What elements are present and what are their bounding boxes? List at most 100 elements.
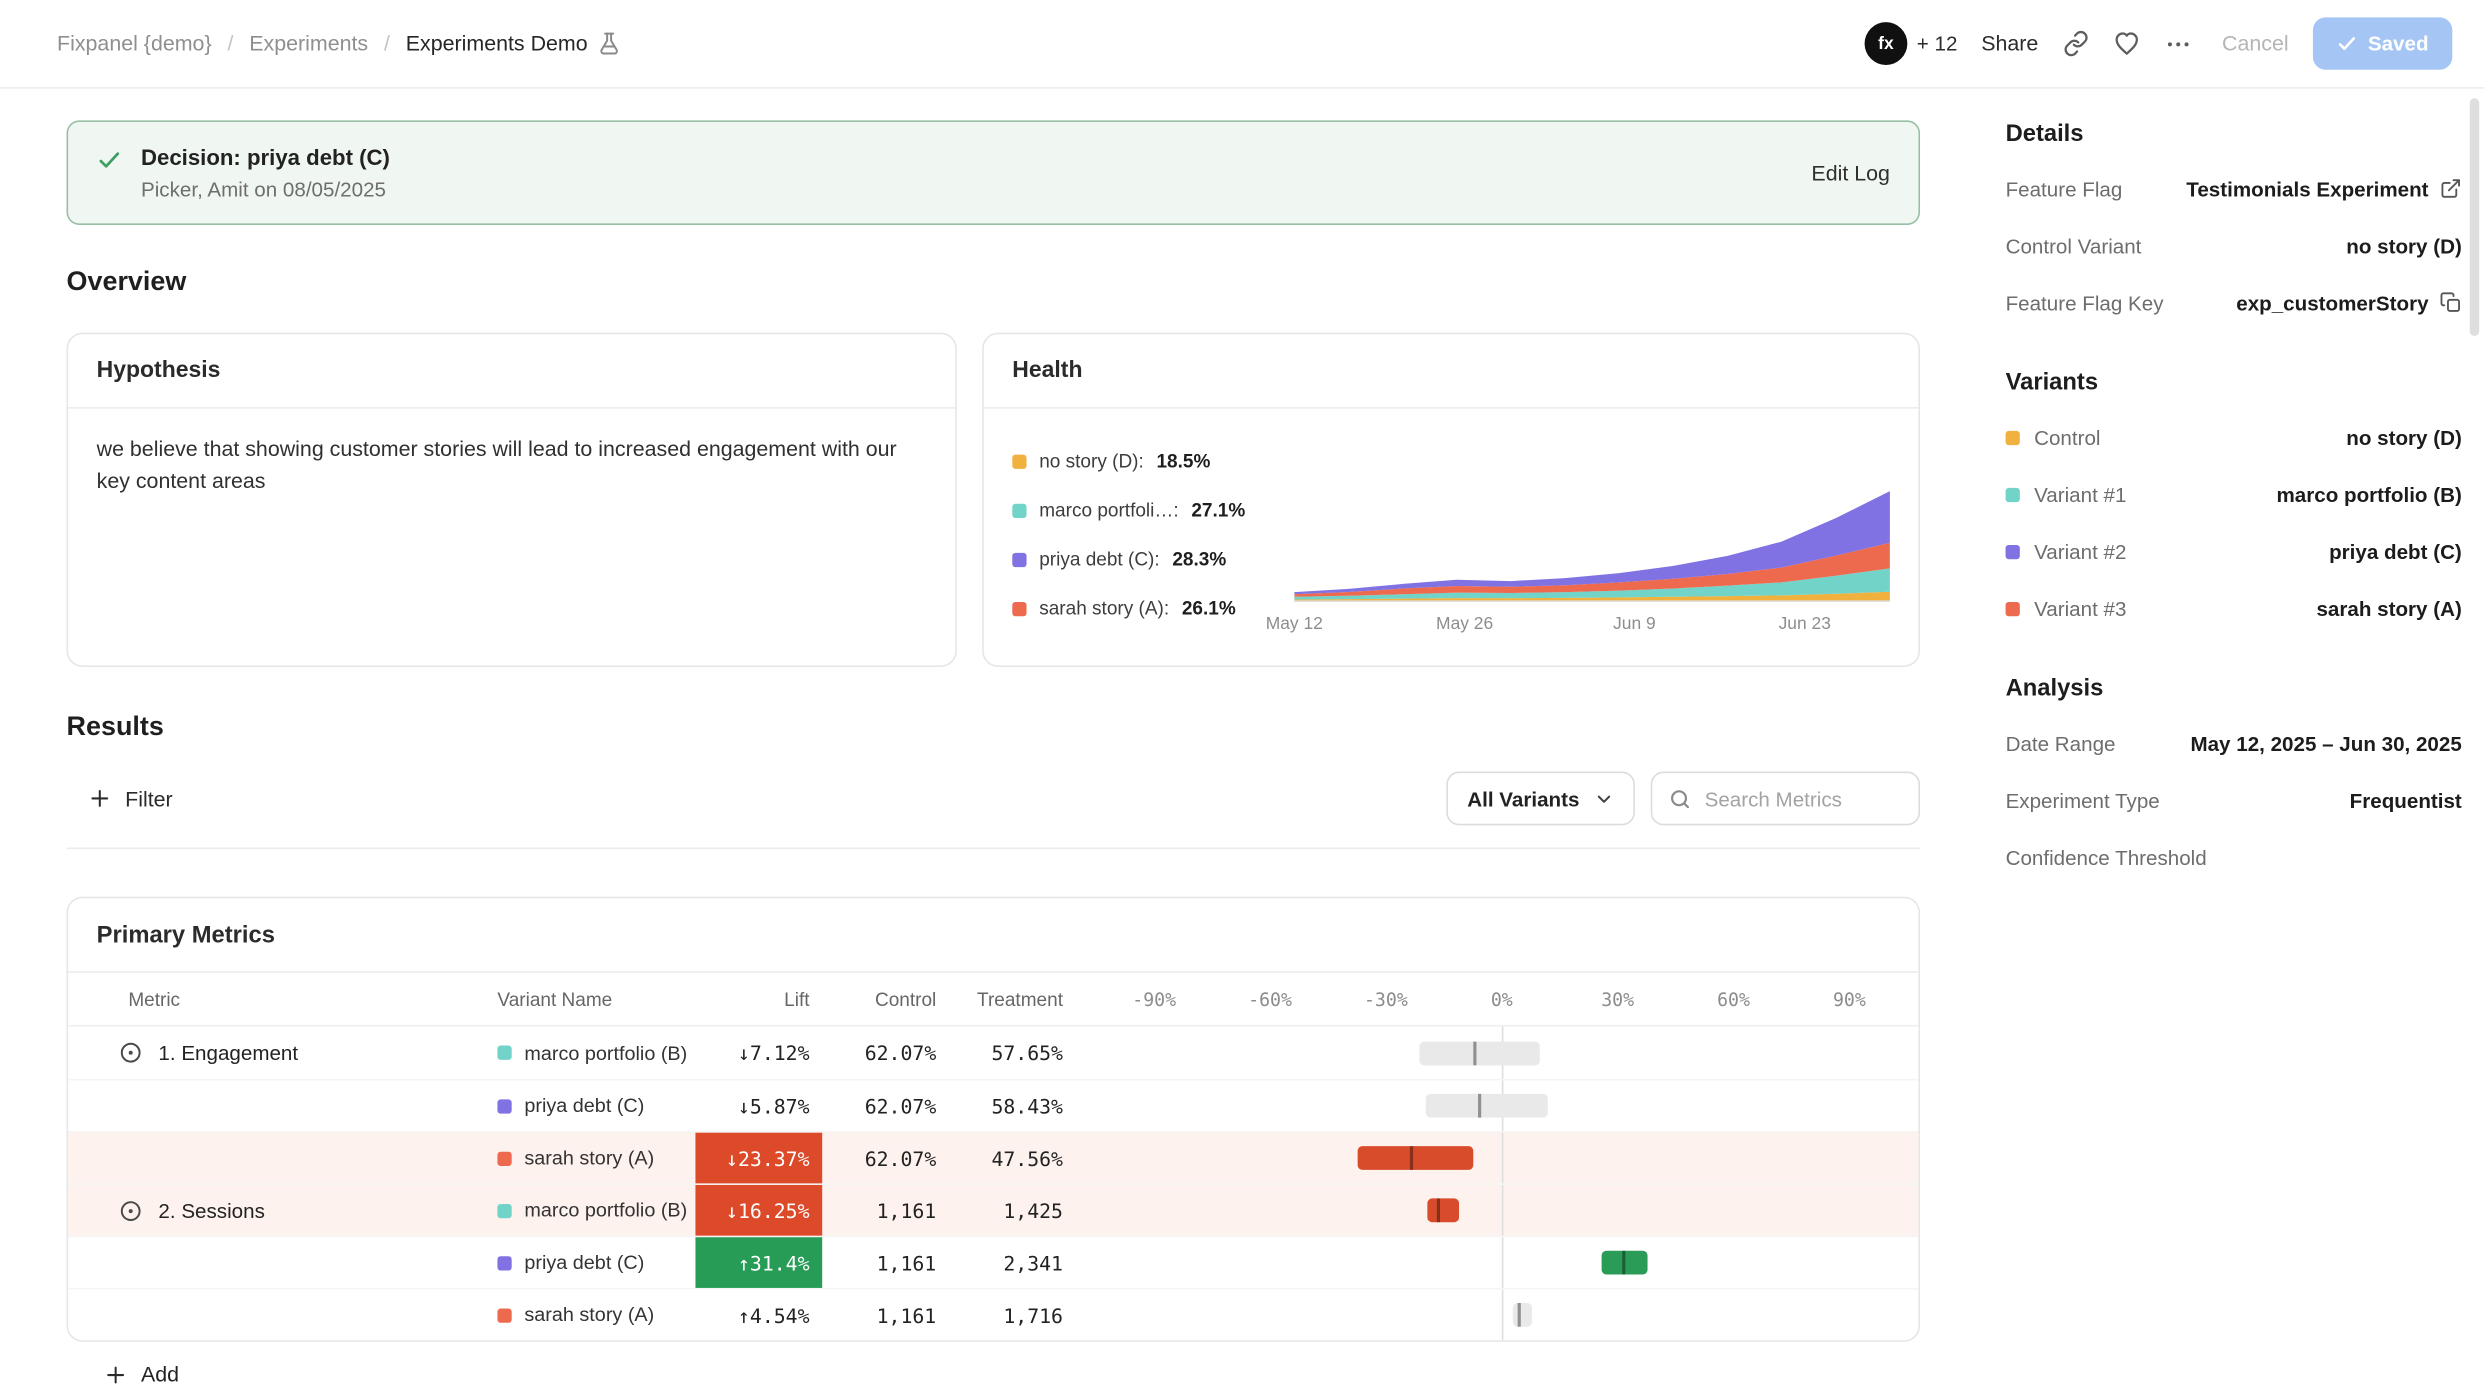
clipboard-copy-icon[interactable] — [2440, 291, 2462, 313]
table-body: 1. Engagementmarco portfolio (B)↓7.12%62… — [68, 1027, 1918, 1341]
axis-tick-label: -60% — [1248, 988, 1292, 1010]
col-treatment: Treatment — [949, 988, 1076, 1010]
variants-dropdown-value: All Variants — [1467, 787, 1579, 811]
scrollbar[interactable] — [2470, 98, 2480, 336]
variant-label-text: Variant #2 — [2034, 539, 2126, 563]
saved-button[interactable]: Saved — [2312, 17, 2452, 69]
variant-label: Variant #3 — [2006, 596, 2127, 620]
variant-label: Variant #2 — [2006, 539, 2127, 563]
metric-cell: 2. Sessions — [93, 1185, 497, 1236]
collaborator-count[interactable]: + 12 — [1917, 32, 1958, 56]
external-link-icon[interactable] — [2440, 177, 2462, 199]
metric-name: 1. Engagement — [158, 1041, 298, 1065]
axis-tick-label: 90% — [1833, 988, 1866, 1010]
health-legend-item: sarah story (A):26.1% — [1012, 597, 1294, 619]
breadcrumb-current[interactable]: Experiments Demo — [406, 32, 621, 56]
table-row[interactable]: sarah story (A)↑4.54%1,1611,716 — [68, 1288, 1918, 1340]
metrics-search[interactable] — [1651, 771, 1920, 825]
feature-flag-key-row: Feature Flag Key exp_customerStory — [2006, 274, 2462, 331]
confidence-interval-cell — [1096, 1133, 1907, 1184]
legend-swatch-icon — [1012, 552, 1026, 566]
lift-value: ↓23.37% — [695, 1133, 822, 1184]
confidence-interval-cell — [1096, 1290, 1907, 1341]
breadcrumb-experiments[interactable]: Experiments — [249, 32, 368, 56]
table-row[interactable]: priya debt (C)↓5.87%62.07%58.43% — [68, 1079, 1918, 1131]
plus-icon — [105, 1363, 127, 1385]
variant-cell: sarah story (A) — [497, 1290, 695, 1341]
share-button[interactable]: Share — [1981, 32, 2038, 56]
zero-line — [1502, 1133, 1504, 1184]
edit-log-button[interactable]: Edit Log — [1811, 161, 1889, 185]
feature-flag-row: Feature Flag Testimonials Experiment — [2006, 160, 2462, 217]
metric-cell — [93, 1290, 497, 1341]
avatar[interactable]: fx — [1865, 22, 1908, 65]
variant-value: priya debt (C) — [2329, 539, 2462, 563]
control-value: 62.07% — [822, 1080, 949, 1131]
lift-value: ↑31.4% — [695, 1237, 822, 1288]
legend-label: marco portfoli…: — [1039, 499, 1178, 521]
variant-name: sarah story (A) — [524, 1304, 654, 1326]
feature-flag-name: Testimonials Experiment — [2186, 177, 2428, 201]
table-row[interactable]: priya debt (C)↑31.4%1,1612,341 — [68, 1236, 1918, 1288]
control-variant-value: no story (D) — [2346, 234, 2462, 258]
variant-swatch-icon — [2006, 544, 2020, 558]
legend-value: 18.5% — [1156, 450, 1210, 472]
col-variant-name: Variant Name — [497, 988, 695, 1010]
analysis-row: Confidence Threshold — [2006, 829, 2462, 886]
table-row[interactable]: 1. Engagementmarco portfolio (B)↓7.12%62… — [68, 1027, 1918, 1079]
confidence-interval-cell — [1096, 1237, 1907, 1288]
add-metric-button[interactable]: Add — [105, 1362, 180, 1386]
favorite-heart-icon[interactable] — [2113, 30, 2140, 57]
feature-flag-value[interactable]: Testimonials Experiment — [2186, 177, 2462, 201]
variant-name: priya debt (C) — [524, 1252, 644, 1274]
metric-name: 2. Sessions — [158, 1198, 264, 1222]
table-row[interactable]: 2. Sessionsmarco portfolio (B)↓16.25%1,1… — [68, 1183, 1918, 1235]
table-header-row: Metric Variant Name Lift Control Treatme… — [68, 973, 1918, 1027]
legend-swatch-icon — [1012, 503, 1026, 517]
treatment-value: 1,716 — [949, 1290, 1076, 1341]
control-value: 62.07% — [822, 1133, 949, 1184]
more-options-icon[interactable] — [2163, 29, 2192, 58]
stacked-area-chart — [1294, 478, 1890, 602]
variants-section: Variants Controlno story (D)Variant #1ma… — [2006, 369, 2462, 637]
breadcrumb: Fixpanel {demo} / Experiments / Experime… — [57, 32, 621, 56]
control-value: 1,161 — [822, 1185, 949, 1236]
control-value: 62.07% — [822, 1027, 949, 1079]
check-icon — [97, 147, 122, 172]
col-metric: Metric — [93, 988, 497, 1010]
breadcrumb-project[interactable]: Fixpanel {demo} — [57, 32, 212, 56]
confidence-tick — [1473, 1041, 1476, 1065]
link-icon[interactable] — [2062, 30, 2089, 57]
variant-name: marco portfolio (B) — [524, 1042, 687, 1064]
table-row[interactable]: sarah story (A)↓23.37%62.07%47.56% — [68, 1131, 1918, 1183]
analysis-label: Date Range — [2006, 731, 2116, 755]
feature-flag-key-value: exp_customerStory — [2236, 291, 2462, 315]
control-variant-label: Control Variant — [2006, 234, 2142, 258]
health-legend: no story (D):18.5%marco portfoli…:27.1%p… — [1012, 434, 1294, 646]
details-sidebar: Details Feature Flag Testimonials Experi… — [1964, 89, 2484, 924]
decision-title: Decision: priya debt (C) — [141, 144, 390, 169]
axis-tick-label: 0% — [1491, 988, 1513, 1010]
plus-icon — [89, 787, 111, 809]
variant-swatch-icon — [497, 1203, 511, 1217]
decision-text: Decision: priya debt (C) Picker, Amit on… — [141, 144, 390, 201]
cancel-button[interactable]: Cancel — [2222, 32, 2289, 56]
zero-line — [1502, 1185, 1504, 1236]
confidence-interval-cell — [1096, 1027, 1907, 1079]
treatment-value: 2,341 — [949, 1237, 1076, 1288]
analysis-heading: Analysis — [2006, 675, 2462, 702]
analysis-value: Frequentist — [2350, 788, 2462, 812]
legend-swatch-icon — [1012, 454, 1026, 468]
variants-dropdown[interactable]: All Variants — [1447, 771, 1635, 825]
filter-button[interactable]: Filter — [89, 787, 173, 811]
variant-swatch-icon — [497, 1099, 511, 1113]
saved-label: Saved — [2368, 32, 2429, 56]
search-input[interactable] — [1705, 787, 1895, 811]
variant-cell: marco portfolio (B) — [497, 1027, 695, 1079]
divider — [67, 848, 1920, 850]
analysis-row: Date RangeMay 12, 2025 – Jun 30, 2025 — [2006, 714, 2462, 771]
confidence-tick — [1621, 1251, 1624, 1275]
metric-cell — [93, 1133, 497, 1184]
legend-value: 26.1% — [1182, 597, 1236, 619]
hypothesis-text: we believe that showing customer stories… — [97, 434, 927, 498]
